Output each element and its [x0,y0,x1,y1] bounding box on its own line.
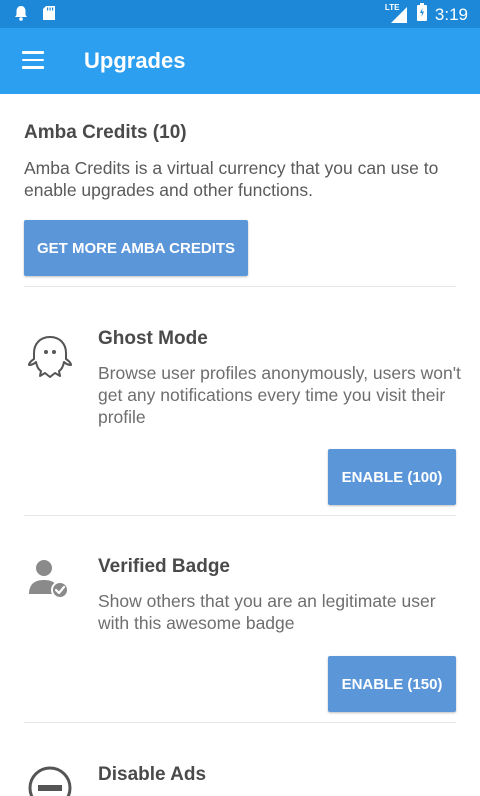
signal-icon: LTE [385,3,409,25]
ghost-icon [26,332,74,380]
upgrade-title: Verified Badge [98,556,230,577]
app-bar: Upgrades [0,28,480,94]
status-time: 3:19 [434,4,468,24]
status-bar: LTE 3:19 [0,0,480,28]
upgrade-description: Show others that you are an legitimate u… [98,591,436,633]
credits-title: Amba Credits (10) [24,122,187,143]
divider [24,722,456,723]
verified-user-icon [26,556,74,604]
upgrade-title: Ghost Mode [98,328,208,349]
notification-bell-icon [14,5,28,26]
hamburger-menu-icon[interactable] [22,51,44,69]
divider [24,515,456,516]
get-more-credits-button[interactable]: GET MORE AMBA CREDITS [24,220,248,276]
divider [24,286,456,287]
enable-verified-badge-button[interactable]: ENABLE (150) [328,656,456,712]
enable-ghost-mode-button[interactable]: ENABLE (100) [328,449,456,505]
page-title: Upgrades [84,48,186,73]
upgrade-title: Disable Ads [98,764,207,785]
block-icon [26,764,74,796]
sd-card-icon [42,5,56,26]
credits-description: Amba Credits is a virtual currency that … [24,158,439,200]
upgrade-description: Browse user profiles anonymously, users … [98,363,461,427]
battery-icon [416,3,427,26]
